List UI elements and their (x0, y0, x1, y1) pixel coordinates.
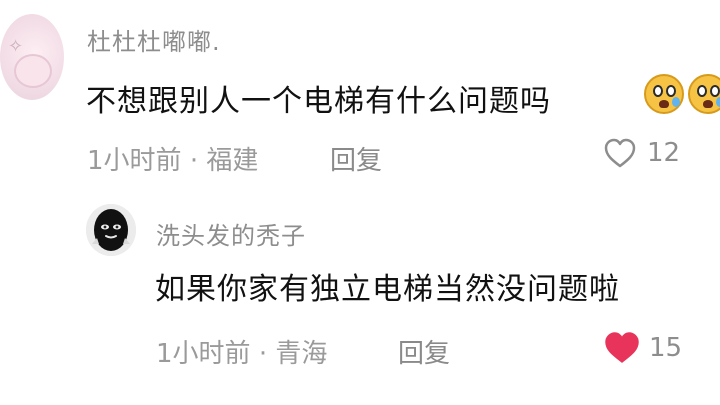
like-count: 12 (647, 138, 681, 168)
crying-face-emoji-icon (688, 74, 720, 114)
reply-button[interactable]: 回复 (398, 333, 450, 370)
comment-text: 不想跟别人一个电梯有什么问题吗 (86, 84, 551, 119)
comment-time: 1小时前 (156, 339, 251, 369)
avatar[interactable] (86, 204, 136, 256)
meta-separator: · (189, 146, 199, 176)
balaclava-avatar-icon (86, 204, 136, 256)
meta-separator: · (258, 339, 268, 369)
like-button[interactable]: 12 (603, 137, 680, 169)
comment-meta: 1小时前 · 福建 (87, 140, 258, 177)
decorative-sparkle-icon: ✧ (8, 36, 24, 57)
avatar-illustration (14, 54, 52, 88)
avatar[interactable]: ✧ (0, 14, 64, 100)
comment-meta: 1小时前 · 青海 (156, 333, 327, 370)
comment-thread: ✧ 杜杜杜嘟嘟. 不想跟别人一个电梯有什么问题吗 1小时前 · 福建 回复 12 (0, 0, 720, 405)
heart-icon (605, 332, 639, 363)
crying-face-emoji-icon (644, 74, 684, 114)
comment-location: 青海 (275, 339, 328, 369)
comment-location: 福建 (206, 146, 259, 176)
comment-time: 1小时前 (87, 146, 182, 176)
comment-username[interactable]: 杜杜杜嘟嘟. (87, 22, 221, 57)
like-count: 15 (649, 333, 683, 363)
like-button[interactable]: 15 (604, 331, 682, 365)
comment-text: 如果你家有独立电梯当然没问题啦 (155, 272, 620, 307)
heart-icon (604, 138, 636, 168)
reply-button[interactable]: 回复 (330, 140, 382, 177)
comment-username[interactable]: 洗头发的秃子 (156, 216, 306, 251)
